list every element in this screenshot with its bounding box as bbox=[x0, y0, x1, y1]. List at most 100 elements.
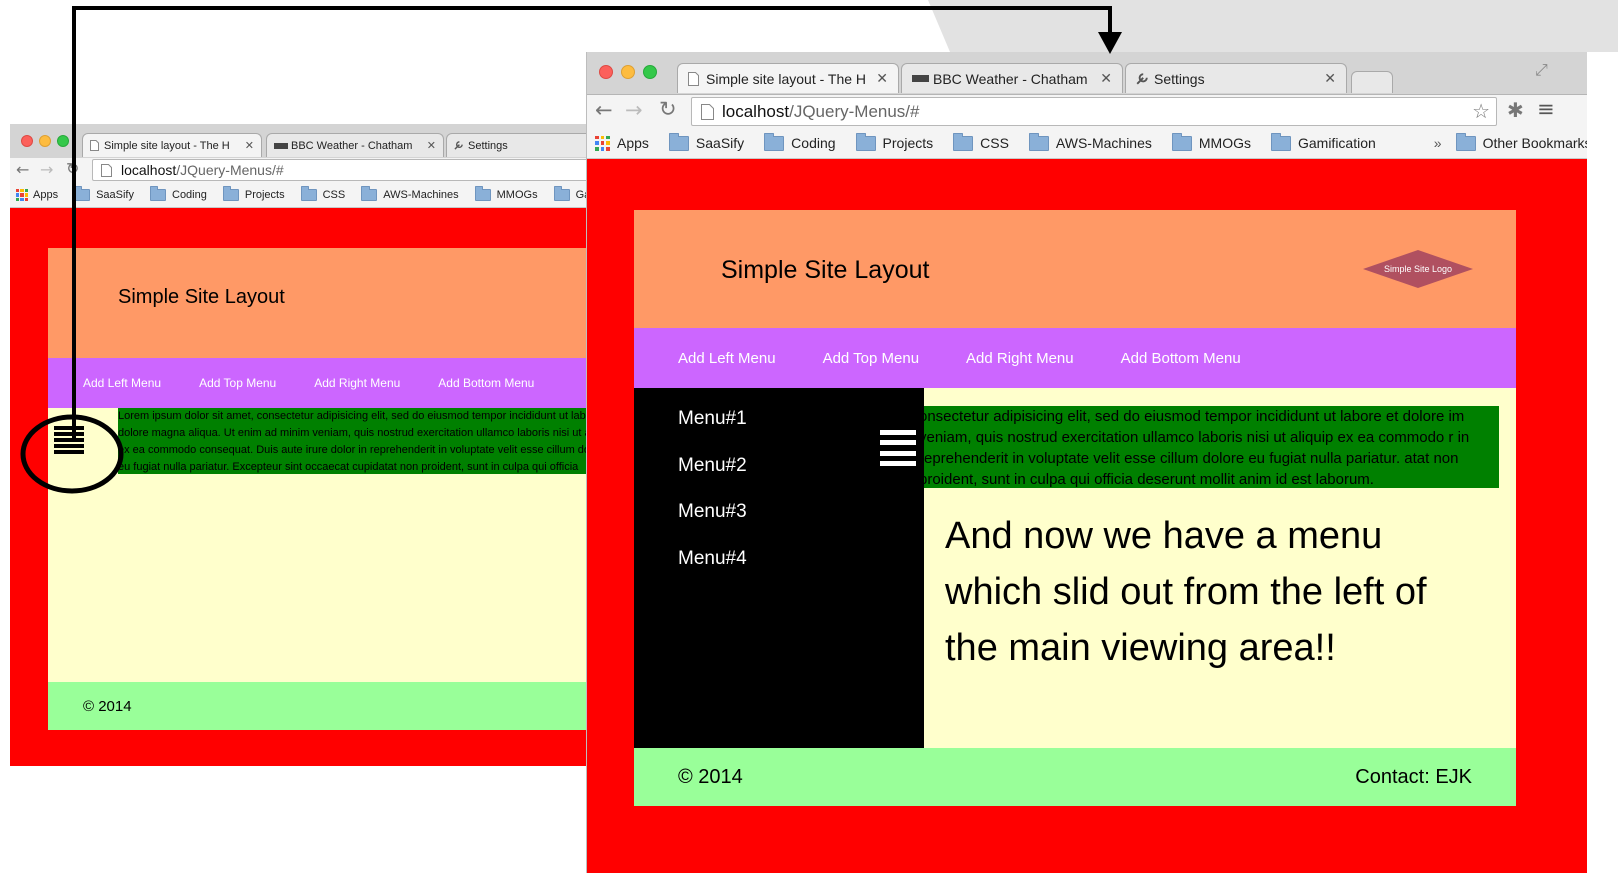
site-logo[interactable]: Simple Site Logo bbox=[1363, 250, 1473, 288]
nav-add-right-menu[interactable]: Add Right Menu bbox=[314, 376, 400, 390]
site-title: Simple Site Layout bbox=[721, 256, 930, 284]
forward-arrow-icon[interactable]: → bbox=[40, 160, 53, 179]
tab-label: Settings bbox=[468, 139, 508, 152]
main-content: onsectetur adipisicing elit, sed do eius… bbox=[634, 388, 1516, 748]
browser-window-after: Simple site layout - The H ✕ BBC Weather… bbox=[586, 52, 1587, 873]
fullscreen-icon[interactable]: ⤢ bbox=[1535, 60, 1548, 80]
folder-icon bbox=[300, 186, 317, 201]
page-icon bbox=[701, 104, 714, 125]
bookmark-folder[interactable]: Coding bbox=[764, 132, 836, 151]
bookmark-label: Gamification bbox=[1297, 135, 1376, 151]
wrench-icon bbox=[454, 140, 463, 151]
tab-label: BBC Weather - Chatham bbox=[933, 70, 1088, 87]
nav-add-bottom-menu[interactable]: Add Bottom Menu bbox=[438, 376, 534, 390]
forward-arrow-icon[interactable]: → bbox=[625, 98, 643, 122]
hamburger-icon[interactable] bbox=[880, 430, 916, 466]
new-tab-button[interactable] bbox=[1351, 71, 1393, 93]
tab-close-icon[interactable]: ✕ bbox=[1100, 70, 1112, 87]
nav-add-left-menu[interactable]: Add Left Menu bbox=[678, 350, 776, 367]
nav-add-left-menu[interactable]: Add Left Menu bbox=[83, 376, 161, 390]
folder-icon bbox=[1270, 132, 1291, 151]
folder-icon bbox=[668, 132, 689, 151]
bookmarks-overflow-button[interactable]: » bbox=[1434, 135, 1442, 151]
bookmark-folder[interactable]: SaaSify bbox=[668, 132, 745, 151]
bookmark-folder[interactable]: Coding bbox=[150, 186, 207, 201]
bookmark-folder[interactable]: CSS bbox=[953, 132, 1009, 151]
bookmark-folder[interactable]: Projects bbox=[222, 186, 285, 201]
reload-icon[interactable]: ↻ bbox=[66, 159, 79, 178]
folder-icon bbox=[150, 186, 166, 201]
folder-icon bbox=[1171, 132, 1192, 151]
lorem-text: Lorem ipsum dolor sit amet, consectetur … bbox=[118, 408, 586, 474]
menu-item-4[interactable]: Menu#4 bbox=[678, 548, 747, 570]
bookmark-folder[interactable]: MMOGs bbox=[474, 186, 538, 201]
bookmark-label: CSS bbox=[322, 189, 346, 201]
minimize-window-button[interactable] bbox=[621, 65, 635, 79]
other-bookmarks[interactable]: Other Bookmarks bbox=[1455, 132, 1587, 151]
lorem-text: onsectetur adipisicing elit, sed do eius… bbox=[919, 406, 1499, 488]
tab-settings[interactable]: Settings ✕ bbox=[1125, 63, 1347, 93]
nav-add-top-menu[interactable]: Add Top Menu bbox=[823, 350, 919, 367]
address-bar[interactable]: localhost/JQuery-Menus/# bbox=[92, 159, 586, 181]
tab-close-icon[interactable]: ✕ bbox=[876, 70, 888, 87]
bookmark-folder[interactable]: Projects bbox=[855, 132, 933, 151]
tab-bbc-weather[interactable]: BBC Weather - Chatham ✕ bbox=[901, 63, 1123, 93]
footer-copyright: © 2014 bbox=[678, 765, 743, 788]
folder-icon bbox=[74, 186, 91, 201]
chrome-menu-icon[interactable]: ≡ bbox=[1537, 97, 1555, 121]
site-header: Simple Site Layout Simple Site Logo bbox=[634, 210, 1516, 328]
bookmark-folder[interactable]: Gamifi bbox=[553, 186, 586, 201]
address-bar[interactable]: localhost/JQuery-Menus/# ☆ bbox=[691, 97, 1497, 126]
bookmark-folder[interactable]: MMOGs bbox=[1171, 132, 1251, 151]
menu-item-1[interactable]: Menu#1 bbox=[678, 408, 747, 430]
bookmark-folder[interactable]: AWS-Machines bbox=[361, 186, 459, 201]
close-window-button[interactable] bbox=[599, 65, 613, 79]
tab-simple-site-layout[interactable]: Simple site layout - The H ✕ bbox=[677, 63, 899, 93]
hamburger-icon[interactable] bbox=[54, 426, 84, 454]
bookmark-label: SaaSify bbox=[695, 135, 745, 151]
tab-close-icon[interactable]: ✕ bbox=[245, 139, 254, 152]
zoom-window-button[interactable] bbox=[57, 135, 69, 147]
bookmark-folder[interactable]: SaaSify bbox=[74, 186, 134, 201]
extension-icon[interactable]: ✱ bbox=[1507, 98, 1524, 122]
tab-close-icon[interactable]: ✕ bbox=[427, 139, 436, 152]
bookmark-label: AWS-Machines bbox=[383, 189, 459, 201]
tab-strip: Simple site layout - The H ✕ BBC Weather… bbox=[10, 124, 586, 159]
bookmark-label: Gamifi bbox=[575, 189, 586, 201]
window-controls bbox=[599, 65, 657, 79]
reload-icon[interactable]: ↻ bbox=[659, 97, 677, 121]
folder-icon bbox=[1455, 132, 1476, 151]
star-icon[interactable]: ☆ bbox=[1472, 99, 1490, 124]
bookmark-folder[interactable]: Gamification bbox=[1270, 132, 1376, 151]
tab-close-icon[interactable]: ✕ bbox=[1324, 70, 1336, 87]
nav-add-right-menu[interactable]: Add Right Menu bbox=[966, 350, 1074, 367]
bookmark-folder[interactable]: CSS bbox=[300, 186, 346, 201]
site-footer: © 2014 Contact: EJK bbox=[634, 748, 1516, 806]
folder-icon bbox=[553, 186, 570, 201]
back-arrow-icon[interactable]: ← bbox=[595, 98, 613, 122]
back-arrow-icon[interactable]: ← bbox=[16, 160, 29, 179]
wrench-icon bbox=[1136, 72, 1148, 86]
menu-item-2[interactable]: Menu#2 bbox=[678, 455, 747, 477]
folder-icon bbox=[361, 186, 378, 201]
menu-item-3[interactable]: Menu#3 bbox=[678, 501, 747, 523]
bookmark-apps[interactable]: Apps bbox=[595, 135, 649, 151]
bookmark-label: Projects bbox=[244, 189, 285, 201]
site-title: Simple Site Layout bbox=[118, 286, 285, 308]
toolbar: ← → ↻ localhost/JQuery-Menus/# ☆ ✱ ≡ bbox=[587, 95, 1587, 128]
tab-settings[interactable]: Settings bbox=[446, 133, 586, 157]
bookmark-folder[interactable]: AWS-Machines bbox=[1028, 132, 1152, 151]
bookmark-label: CSS bbox=[980, 135, 1009, 151]
bookmark-label: AWS-Machines bbox=[1055, 135, 1152, 151]
tab-bbc-weather[interactable]: BBC Weather - Chatham ✕ bbox=[266, 133, 444, 157]
nav-add-top-menu[interactable]: Add Top Menu bbox=[199, 376, 276, 390]
zoom-window-button[interactable] bbox=[643, 65, 657, 79]
bookmark-label: Apps bbox=[617, 135, 649, 151]
close-window-button[interactable] bbox=[21, 135, 33, 147]
site-footer: © 2014 bbox=[48, 682, 586, 730]
url-path: /JQuery-Menus/# bbox=[789, 101, 920, 121]
nav-add-bottom-menu[interactable]: Add Bottom Menu bbox=[1121, 350, 1241, 367]
minimize-window-button[interactable] bbox=[39, 135, 51, 147]
bookmark-apps[interactable]: Apps bbox=[16, 189, 58, 201]
tab-simple-site-layout[interactable]: Simple site layout - The H ✕ bbox=[82, 133, 262, 157]
